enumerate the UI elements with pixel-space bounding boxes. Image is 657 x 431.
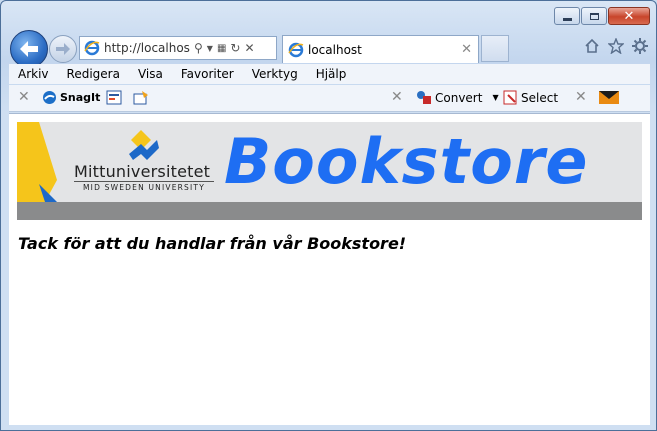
command-bar: ✕ SnagIt ✕ Convert ▼ Select ✕	[9, 85, 650, 112]
maximize-icon	[589, 12, 599, 20]
favorites-star-icon[interactable]	[608, 38, 624, 54]
search-icon[interactable]: ⚲	[194, 41, 203, 55]
tools-gear-icon[interactable]	[632, 38, 648, 54]
mail-extension-icon[interactable]	[599, 90, 619, 105]
tab-close-icon[interactable]: ✕	[461, 42, 472, 57]
snagit-button[interactable]: SnagIt	[42, 90, 100, 105]
page-content: Mittuniversitetet MID SWEDEN UNIVERSITY …	[9, 113, 650, 425]
new-tab-button[interactable]	[481, 35, 509, 62]
maximize-button[interactable]	[581, 7, 607, 25]
miun-corner-graphic	[17, 122, 57, 202]
address-tools: ⚲ ▼ ▦ ↻ ✕	[194, 41, 255, 55]
menu-redigera[interactable]: Redigera	[58, 67, 129, 81]
snagit-icon	[43, 91, 56, 104]
menu-favoriter[interactable]: Favoriter	[172, 67, 243, 81]
back-arrow-icon	[20, 41, 38, 57]
close-extra-toolbar-icon[interactable]: ✕	[575, 89, 587, 105]
select-icon	[503, 90, 517, 105]
back-button[interactable]	[10, 30, 48, 68]
caption-buttons: ✕	[553, 7, 650, 25]
menu-visa[interactable]: Visa	[129, 67, 172, 81]
snagit-capture-icon[interactable]	[106, 90, 122, 105]
browser-window: ✕ http://localhost ⚲ ▼ ▦ ↻ ✕ localhost ✕…	[0, 0, 657, 431]
address-bar[interactable]: http://localhost ⚲ ▼ ▦ ↻ ✕	[79, 36, 277, 60]
select-button[interactable]: Select	[503, 90, 558, 105]
compat-view-icon[interactable]: ▦	[217, 43, 226, 54]
convert-label: Convert	[435, 90, 483, 105]
close-window-button[interactable]: ✕	[608, 7, 650, 25]
ie-icon	[84, 40, 100, 56]
logo-divider	[74, 181, 214, 182]
close-pdf-toolbar-icon[interactable]: ✕	[391, 89, 403, 105]
header-banner: Mittuniversitetet MID SWEDEN UNIVERSITY …	[17, 122, 642, 202]
minimize-button[interactable]	[554, 7, 580, 25]
stop-icon[interactable]: ✕	[244, 41, 254, 55]
close-icon: ✕	[623, 8, 635, 24]
home-icon[interactable]	[584, 38, 600, 54]
site-title: Bookstore	[224, 125, 589, 198]
menu-verktyg[interactable]: Verktyg	[243, 67, 307, 81]
snagit-label: SnagIt	[60, 91, 101, 104]
menu-hjalp[interactable]: Hjälp	[307, 67, 356, 81]
ie-tab-icon	[288, 42, 304, 57]
thank-you-message: Tack för att du handlar från vår Booksto…	[18, 234, 407, 253]
menu-arkiv[interactable]: Arkiv	[9, 67, 58, 81]
banner-strip	[17, 202, 642, 220]
toolbar-right-icons	[584, 38, 648, 54]
miun-logo-icon	[129, 130, 159, 160]
close-snagit-toolbar-icon[interactable]: ✕	[18, 89, 30, 105]
tab-title: localhost	[308, 42, 362, 57]
tab-localhost[interactable]: localhost ✕	[282, 35, 479, 63]
convert-button[interactable]: Convert ▼	[416, 90, 499, 105]
university-subtitle: MID SWEDEN UNIVERSITY	[83, 183, 205, 192]
forward-button[interactable]	[49, 35, 77, 63]
address-url[interactable]: http://localhost	[104, 41, 190, 55]
forward-arrow-icon	[56, 43, 70, 55]
select-label: Select	[521, 90, 559, 105]
refresh-icon[interactable]: ↻	[230, 41, 240, 55]
dropdown-icon[interactable]: ▼	[207, 44, 213, 53]
menu-bar: Arkiv Redigera Visa Favoriter Verktyg Hj…	[9, 64, 650, 84]
convert-dropdown-icon[interactable]: ▼	[492, 93, 498, 102]
minimize-icon	[562, 17, 572, 21]
snagit-editor-icon[interactable]	[133, 90, 149, 105]
convert-icon	[417, 91, 431, 104]
university-name: Mittuniversitetet	[74, 162, 211, 181]
